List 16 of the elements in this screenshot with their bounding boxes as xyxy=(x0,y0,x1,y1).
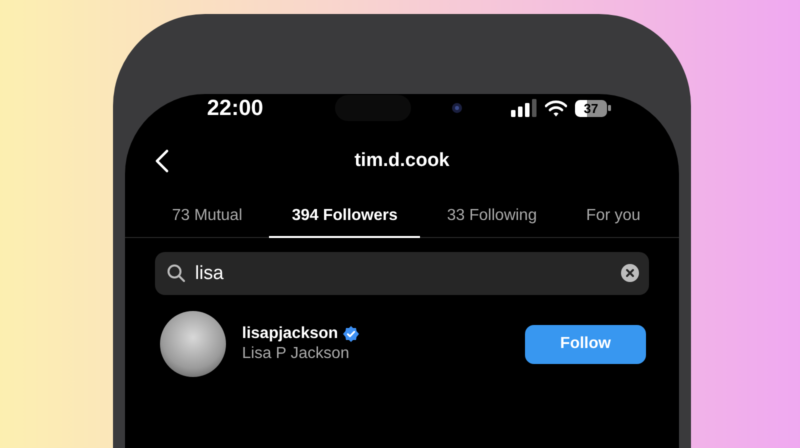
clear-icon[interactable] xyxy=(621,264,639,282)
back-chevron-icon[interactable] xyxy=(155,149,169,173)
battery-tip-icon xyxy=(608,105,611,111)
tab[interactable]: 73 Mutual xyxy=(145,199,270,237)
status-time: 22:00 xyxy=(207,95,264,121)
camera-dot-icon xyxy=(451,102,463,114)
wifi-icon xyxy=(545,100,567,116)
result-full-name: Lisa P Jackson xyxy=(242,345,350,363)
profile-username-title: tim.d.cook xyxy=(354,150,450,171)
tab[interactable]: 33 Following xyxy=(420,199,564,237)
search-field[interactable]: lisa xyxy=(155,252,649,295)
cellular-signal-icon xyxy=(511,99,537,117)
tab[interactable]: 394 Followers xyxy=(269,199,420,237)
result-username[interactable]: lisapjackson xyxy=(242,325,338,343)
search-icon xyxy=(167,264,185,282)
tab[interactable]: For you xyxy=(564,199,663,237)
